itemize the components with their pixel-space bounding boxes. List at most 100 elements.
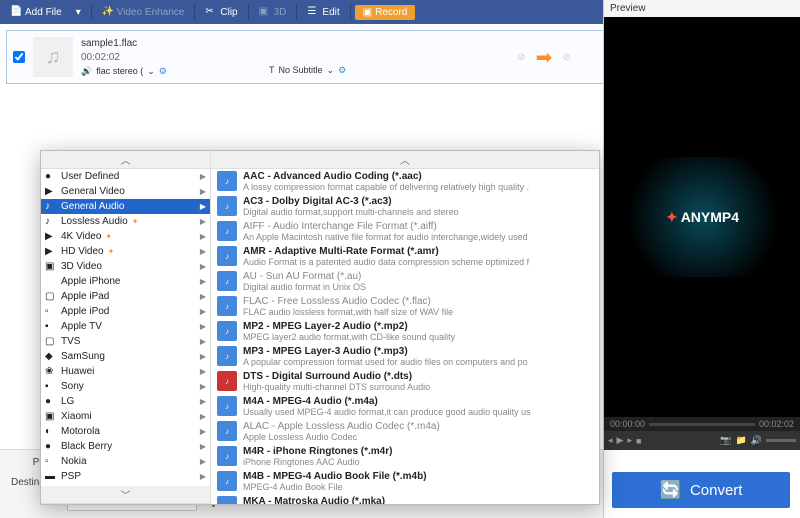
category-item[interactable]: Apple iPhone▶ bbox=[41, 274, 210, 289]
format-icon: ♪ bbox=[217, 421, 237, 441]
category-item[interactable]: ▪Apple TV▶ bbox=[41, 319, 210, 334]
preview-seek-bar[interactable] bbox=[649, 423, 755, 426]
chevron-right-icon: ▶ bbox=[200, 367, 206, 376]
category-item[interactable]: ●User Defined▶ bbox=[41, 169, 210, 184]
format-item[interactable]: ♪AC3 - Dolby Digital AC-3 (*.ac3)Digital… bbox=[211, 194, 599, 219]
category-item[interactable]: ▬PSP▶ bbox=[41, 469, 210, 484]
audio-settings-icon[interactable]: ⚙ bbox=[159, 66, 167, 77]
prev-frame-button[interactable]: ◂ bbox=[608, 435, 613, 446]
audio-track-select[interactable]: flac stereo ( bbox=[96, 66, 143, 76]
format-desc: High-quality multi-channel DTS surround … bbox=[243, 382, 593, 392]
category-item[interactable]: ◐Motorola▶ bbox=[41, 424, 210, 439]
format-item[interactable]: ♪MKA - Matroska Audio (*.mka)Audio forma… bbox=[211, 494, 599, 504]
category-label: General Audio bbox=[61, 201, 124, 212]
delete-output-icon[interactable]: ⊘ bbox=[562, 52, 570, 63]
preview-panel: Preview ✦ANYMP4 00:00:00 00:02:02 ◂ ▶ ▸ … bbox=[603, 0, 800, 518]
format-item[interactable]: ♪M4B - MPEG-4 Audio Book File (*.m4b)MPE… bbox=[211, 469, 599, 494]
clip-button[interactable]: ✂Clip bbox=[199, 4, 243, 20]
category-item[interactable]: ●Black Berry▶ bbox=[41, 439, 210, 454]
format-item[interactable]: ♪AMR - Adaptive Multi-Rate Format (*.amr… bbox=[211, 244, 599, 269]
category-label: Lossless Audio bbox=[61, 216, 128, 227]
edit-button[interactable]: ☰Edit bbox=[301, 4, 345, 20]
category-item[interactable]: ▶HD Video✦▶ bbox=[41, 244, 210, 259]
snapshot-button[interactable]: 📷 bbox=[720, 435, 731, 446]
record-button[interactable]: ▣Record bbox=[355, 5, 416, 20]
badge-icon: ✦ bbox=[105, 232, 112, 241]
format-item[interactable]: ♪ ALAC - Apple Lossless Audio Codec (*.m4… bbox=[211, 419, 599, 444]
category-item[interactable]: ▢Apple iPad▶ bbox=[41, 289, 210, 304]
stop-button[interactable]: ■ bbox=[636, 436, 641, 446]
format-desc: A popular compression format used for au… bbox=[243, 357, 593, 367]
format-desc: An Apple Macintosh native file format fo… bbox=[243, 232, 593, 242]
category-item[interactable]: ▣Xiaomi▶ bbox=[41, 409, 210, 424]
format-item[interactable]: ♪AU - Sun AU Format (*.au)Digital audio … bbox=[211, 269, 599, 294]
chevron-down-icon: ⌄ bbox=[327, 65, 335, 76]
format-title: MKA - Matroska Audio (*.mka) bbox=[243, 496, 593, 504]
category-item[interactable]: ▣3D Video▶ bbox=[41, 259, 210, 274]
category-item[interactable]: ▶4K Video✦▶ bbox=[41, 229, 210, 244]
category-item[interactable]: ◆SamSung▶ bbox=[41, 349, 210, 364]
format-item[interactable]: ♪DTS - Digital Surround Audio (*.dts)Hig… bbox=[211, 369, 599, 394]
category-item[interactable]: ♪Lossless Audio✦▶ bbox=[41, 214, 210, 229]
preview-title: Preview bbox=[604, 0, 800, 17]
category-label: Apple iPhone bbox=[61, 276, 121, 287]
convert-button[interactable]: 🔄 Convert bbox=[612, 472, 790, 508]
delete-input-icon[interactable]: ⊘ bbox=[517, 52, 525, 63]
category-collapse-up[interactable]: ︿ bbox=[41, 151, 210, 169]
next-frame-button[interactable]: ▸ bbox=[627, 435, 632, 446]
format-item[interactable]: ♪MP3 - MPEG Layer-3 Audio (*.mp3)A popul… bbox=[211, 344, 599, 369]
format-desc: iPhone Ringtones AAC Audio bbox=[243, 457, 593, 467]
file-checkbox[interactable] bbox=[13, 51, 25, 63]
category-icon: ▢ bbox=[45, 336, 57, 348]
preview-video: ✦ANYMP4 bbox=[604, 17, 800, 417]
category-list: ●User Defined▶▶General Video▶♪General Au… bbox=[41, 169, 210, 486]
format-item[interactable]: ♪AAC - Advanced Audio Coding (*.aac)A lo… bbox=[211, 169, 599, 194]
format-item[interactable]: ♪AIFF - Audio Interchange File Format (*… bbox=[211, 219, 599, 244]
format-collapse-up[interactable]: ︿ bbox=[211, 151, 599, 169]
category-icon: ◐ bbox=[45, 426, 57, 438]
category-item[interactable]: ❀Huawei▶ bbox=[41, 364, 210, 379]
format-item[interactable]: ♪MP2 - MPEG Layer-2 Audio (*.mp2)MPEG la… bbox=[211, 319, 599, 344]
format-title: FLAC - Free Lossless Audio Codec (*.flac… bbox=[243, 296, 593, 307]
category-item[interactable]: ♪General Audio▶ bbox=[41, 199, 210, 214]
category-item[interactable]: ▪Sony▶ bbox=[41, 379, 210, 394]
category-icon: ▶ bbox=[45, 186, 57, 198]
add-file-button[interactable]: 📄Add File bbox=[4, 4, 68, 20]
subtitle-select[interactable]: No Subtitle bbox=[279, 65, 323, 75]
folder-button[interactable]: 📁 bbox=[736, 435, 747, 446]
input-thumbnail: ♫ bbox=[33, 37, 73, 77]
volume-slider[interactable] bbox=[766, 439, 796, 442]
play-button[interactable]: ▶ bbox=[617, 435, 624, 446]
format-title: ALAC - Apple Lossless Audio Codec (*.m4a… bbox=[243, 421, 593, 432]
category-icon: ▫ bbox=[45, 456, 57, 468]
category-item[interactable]: ▢TVS▶ bbox=[41, 334, 210, 349]
category-item[interactable]: ▫Apple iPod▶ bbox=[41, 304, 210, 319]
three-d-button[interactable]: ▣3D bbox=[253, 4, 293, 20]
format-desc: Digital audio format,support multi-chann… bbox=[243, 207, 593, 217]
chevron-right-icon: ▶ bbox=[200, 457, 206, 466]
camera-icon: ▣ bbox=[363, 7, 372, 18]
format-icon: ♪ bbox=[217, 171, 237, 191]
category-item[interactable]: ▫Nokia▶ bbox=[41, 454, 210, 469]
format-icon: ♪ bbox=[217, 321, 237, 341]
format-item[interactable]: ♪M4R - iPhone Ringtones (*.m4r)iPhone Ri… bbox=[211, 444, 599, 469]
format-item[interactable]: ♪FLAC - Free Lossless Audio Codec (*.fla… bbox=[211, 294, 599, 319]
category-item[interactable]: ●LG▶ bbox=[41, 394, 210, 409]
category-label: User Defined bbox=[61, 171, 119, 182]
volume-button[interactable]: 🔊 bbox=[751, 435, 762, 446]
category-icon: ▢ bbox=[45, 291, 57, 303]
chevron-right-icon: ▶ bbox=[200, 322, 206, 331]
format-item[interactable]: ♪M4A - MPEG-4 Audio (*.m4a)Usually used … bbox=[211, 394, 599, 419]
video-enhance-button[interactable]: ✨Video Enhance bbox=[96, 4, 191, 20]
format-icon: ♪ bbox=[217, 496, 237, 504]
audio-track-icon: 🔊 bbox=[81, 66, 92, 77]
category-icon: ▣ bbox=[45, 261, 57, 273]
category-collapse-down[interactable]: ﹀ bbox=[41, 486, 210, 504]
badge-icon: ✦ bbox=[132, 217, 139, 226]
arrow-right-icon: ➡ bbox=[536, 45, 553, 70]
format-icon: ♪ bbox=[217, 196, 237, 216]
chevron-right-icon: ▶ bbox=[200, 202, 206, 211]
add-file-dropdown[interactable]: ▾ bbox=[70, 5, 87, 20]
subtitle-settings-icon[interactable]: ⚙ bbox=[338, 65, 346, 76]
category-item[interactable]: ▶General Video▶ bbox=[41, 184, 210, 199]
